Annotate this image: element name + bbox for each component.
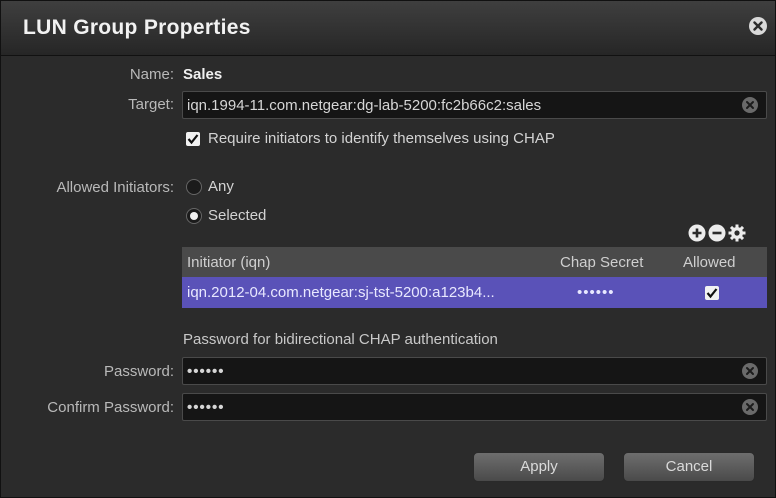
confirm-password-input[interactable] <box>187 397 736 417</box>
password-field[interactable] <box>182 357 767 385</box>
target-label: Target: <box>128 96 174 113</box>
password-label: Password: <box>103 363 174 380</box>
column-header-allowed[interactable]: Allowed <box>683 254 736 271</box>
dialog-title: LUN Group Properties <box>23 16 251 39</box>
cancel-button[interactable]: Cancel <box>623 452 755 482</box>
add-icon[interactable] <box>688 224 706 242</box>
dialog-titlebar: LUN Group Properties <box>1 1 775 56</box>
settings-gear-icon[interactable] <box>728 224 746 242</box>
target-field[interactable] <box>182 91 767 119</box>
password-input[interactable] <box>187 361 736 381</box>
apply-button[interactable]: Apply <box>473 452 605 482</box>
clear-icon[interactable] <box>742 97 758 113</box>
confirm-password-field[interactable] <box>182 393 767 421</box>
radio-selected[interactable] <box>186 208 202 224</box>
table-row[interactable]: iqn.2012-04.com.netgear:sj-tst-5200:a123… <box>182 277 767 308</box>
allowed-checkbox[interactable] <box>705 286 719 300</box>
clear-icon[interactable] <box>742 363 758 379</box>
initiator-cell: iqn.2012-04.com.netgear:sj-tst-5200:a123… <box>187 284 495 301</box>
name-label: Name: <box>129 66 174 83</box>
require-chap-label: Require initiators to identify themselve… <box>208 130 555 147</box>
table-header: Initiator (iqn) Chap Secret Allowed <box>182 247 767 277</box>
initiator-table: Initiator (iqn) Chap Secret Allowed iqn.… <box>182 247 767 309</box>
lun-group-properties-dialog: LUN Group Properties Name: Sales Target:… <box>0 0 776 498</box>
close-icon[interactable] <box>749 17 767 35</box>
radio-any-label: Any <box>208 178 234 195</box>
column-header-initiator[interactable]: Initiator (iqn) <box>187 254 270 271</box>
allowed-initiators-label: Allowed Initiators: <box>56 179 174 196</box>
radio-any[interactable] <box>186 179 202 195</box>
radio-selected-label: Selected <box>208 207 267 224</box>
confirm-password-label: Confirm Password: <box>47 399 174 416</box>
require-chap-checkbox[interactable] <box>186 132 200 146</box>
target-input[interactable] <box>187 95 736 115</box>
clear-icon[interactable] <box>742 399 758 415</box>
remove-icon[interactable] <box>708 224 726 242</box>
chap-secret-cell: •••••• <box>577 284 615 301</box>
bidirectional-chap-note: Password for bidirectional CHAP authenti… <box>183 331 498 348</box>
name-value: Sales <box>183 66 223 83</box>
column-header-chap-secret[interactable]: Chap Secret <box>560 254 643 271</box>
